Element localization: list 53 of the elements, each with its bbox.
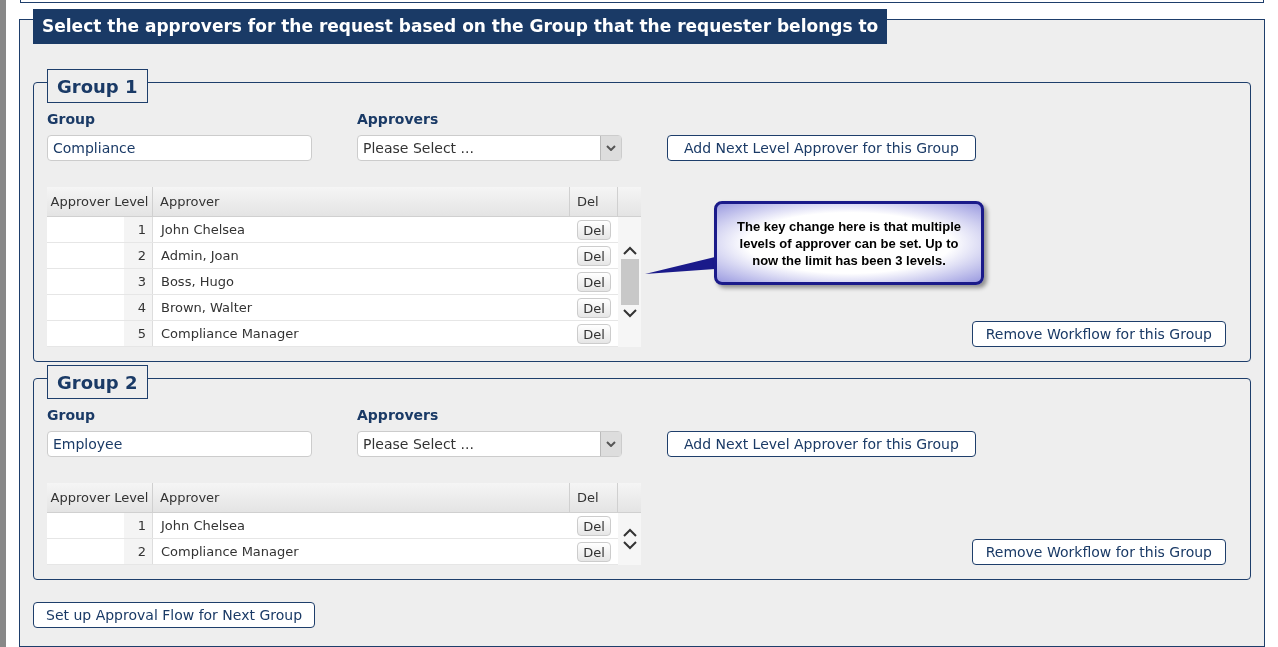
delete-button[interactable]: Del (577, 323, 611, 344)
table-cell-text: Brown, Walter (160, 298, 254, 317)
delete-button[interactable]: Del (577, 245, 611, 266)
field-label: Approvers (357, 406, 440, 425)
table-cell-text: Boss, Hugo (160, 272, 235, 291)
delete-button[interactable]: Del (577, 297, 611, 318)
group-legend: Group 2 (47, 365, 148, 399)
table-cell: 2 (124, 243, 152, 268)
delete-button[interactable]: Del (577, 219, 611, 240)
column-header: Approver Level (47, 187, 153, 216)
column-header: Approver Level (47, 483, 153, 512)
delete-button[interactable]: Del (577, 271, 611, 292)
table-cell-text: John Chelsea (159, 220, 247, 239)
group-legend: Group 1 (47, 69, 148, 103)
column-header: Del (570, 483, 618, 512)
column-header: Del (570, 187, 618, 216)
table-cell-text: Compliance Manager (160, 542, 300, 561)
delete-button[interactable]: Del (577, 515, 611, 536)
delete-button[interactable]: Del (577, 541, 611, 562)
add-approver-button[interactable]: Add Next Level Approver for this Group (667, 431, 976, 457)
dropdown-caret-icon[interactable] (600, 432, 621, 456)
table-cell: 3 (124, 269, 152, 294)
add-approver-button[interactable]: Add Next Level Approver for this Group (667, 135, 976, 161)
column-header: Approver (153, 483, 570, 512)
approvers-dropdown[interactable]: Please Select ... (357, 431, 622, 457)
chevron-up-icon[interactable] (622, 246, 637, 255)
field-label: Group (47, 110, 96, 129)
remove-workflow-button[interactable]: Remove Workflow for this Group (971, 321, 1226, 347)
table-cell: 1 (124, 217, 152, 242)
section-banner: Select the approvers for the request based on the Group that the requester belongs to (33, 9, 888, 44)
remove-workflow-button[interactable]: Remove Workflow for this Group (971, 539, 1226, 565)
table-cell-text: Admin, Joan (160, 246, 240, 265)
chevron-up-icon[interactable] (622, 528, 637, 537)
dropdown-caret-icon[interactable] (600, 136, 621, 160)
column-header: Approver (153, 187, 570, 216)
field-label: Approvers (357, 110, 440, 129)
scrollbar[interactable] (618, 513, 641, 565)
next-group-button[interactable]: Set up Approval Flow for Next Group (33, 602, 315, 628)
field-label: Group (47, 406, 96, 425)
scrollbar-thumb[interactable] (620, 259, 639, 305)
chevron-down-icon[interactable] (622, 541, 637, 550)
table-cell: 4 (124, 295, 152, 320)
group-field[interactable]: Compliance (47, 135, 312, 161)
table-cell: 1 (124, 513, 152, 538)
group-field[interactable]: Employee (47, 431, 312, 457)
scrollbar[interactable] (618, 217, 641, 347)
chevron-down-icon[interactable] (622, 309, 637, 318)
approvers-dropdown[interactable]: Please Select ... (357, 135, 622, 161)
table-cell-text: Compliance Manager (160, 324, 300, 343)
table-cell: 2 (124, 539, 152, 564)
table-cell-text: John Chelsea (159, 516, 247, 535)
table-cell: 5 (124, 321, 152, 346)
callout-bubble: The key change here is that multiple levels of approver can be set. Up to now the limit has been 3 levels. (714, 201, 984, 285)
